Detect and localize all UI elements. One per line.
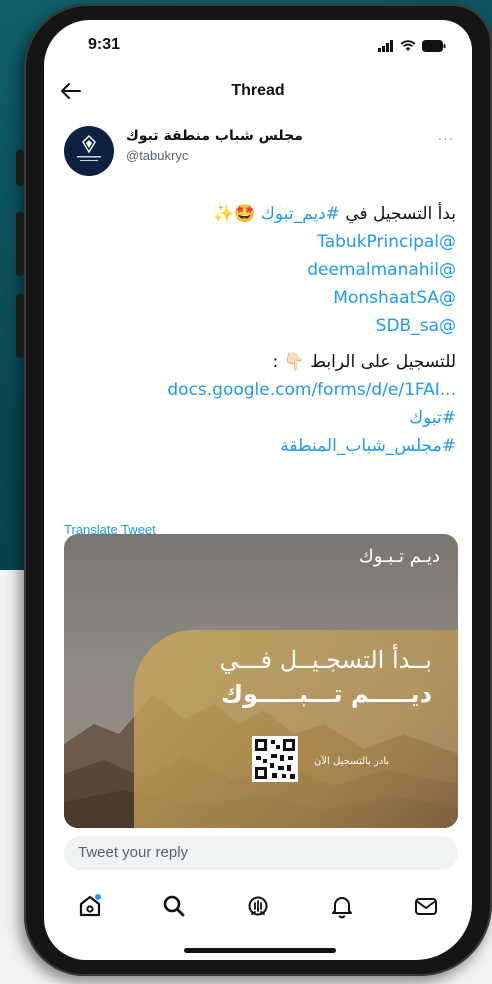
link-intro-text: للتسجيل على الرابط 👇🏻 : bbox=[272, 352, 456, 372]
wifi-icon bbox=[400, 40, 416, 51]
tweet-line-1: بدأ التسجيل في #ديم_تبوك 🤩✨ bbox=[64, 200, 456, 228]
card-brand-text: ديـم تـبـوك bbox=[358, 546, 440, 567]
status-icons bbox=[378, 40, 446, 52]
more-options-icon[interactable]: ··· bbox=[438, 132, 454, 148]
status-bar: 9:31 bbox=[44, 20, 472, 76]
council-logo-icon bbox=[77, 135, 101, 161]
hashtag-link[interactable]: #مجلس_شباب_المنطقة bbox=[64, 432, 456, 460]
mute-switch bbox=[16, 150, 24, 186]
bottom-tab-bar bbox=[44, 882, 472, 928]
signal-icon bbox=[378, 40, 393, 52]
spaces-icon[interactable] bbox=[244, 892, 272, 920]
page-title: Thread bbox=[231, 82, 285, 99]
mention-link[interactable]: @SDB_sa bbox=[64, 312, 456, 340]
search-icon[interactable] bbox=[160, 892, 188, 920]
qr-code-icon bbox=[252, 736, 298, 782]
status-time: 9:31 bbox=[88, 36, 121, 53]
url-link[interactable]: docs.google.com/forms/d/e/1FAI... bbox=[64, 376, 456, 404]
notifications-bell-icon[interactable] bbox=[328, 892, 356, 920]
tweet-text: بدأ التسجيل في #ديم_تبوك 🤩✨ @TabukPrinci… bbox=[64, 200, 456, 460]
tweet-line1-text: بدأ التسجيل في bbox=[339, 204, 456, 224]
hashtag-link[interactable]: #ديم_تبوك bbox=[261, 204, 340, 224]
home-indicator bbox=[184, 948, 336, 953]
home-icon[interactable] bbox=[76, 892, 104, 920]
author-name[interactable]: مجلس شباب منطقة تبوك bbox=[126, 128, 303, 144]
volume-up-button bbox=[16, 212, 24, 276]
reply-placeholder: Tweet your reply bbox=[78, 844, 189, 861]
emoji-text: 🤩✨ bbox=[213, 204, 261, 224]
card-headline-1: بــدأ التسجـيــل فـــي bbox=[219, 646, 432, 674]
battery-icon bbox=[422, 40, 446, 52]
thread-header: Thread bbox=[44, 78, 472, 114]
mention-link[interactable]: @MonshaatSA bbox=[64, 284, 456, 312]
mention-link[interactable]: @deemalmanahil bbox=[64, 256, 456, 284]
qr-caption: بادر بالتسجيل الآن bbox=[314, 756, 390, 767]
mention-link[interactable]: @TabukPrincipal bbox=[64, 228, 456, 256]
hashtag-link[interactable]: #تبوك bbox=[64, 404, 456, 432]
tweet-media-image[interactable]: ديـم تـبـوك بــدأ التسجـيــل فـــي ديـــ… bbox=[64, 534, 458, 828]
volume-down-button bbox=[16, 294, 24, 358]
author-handle[interactable]: @tabukryc bbox=[126, 148, 188, 163]
phone-screen: 9:31 Thread مجلس شباب منطقة تبوك @tabukr… bbox=[44, 20, 472, 960]
avatar[interactable] bbox=[64, 126, 114, 176]
messages-envelope-icon[interactable] bbox=[412, 892, 440, 920]
card-headline-2: ديـــــم تـــبـــــوك bbox=[221, 680, 432, 708]
reply-input[interactable]: Tweet your reply bbox=[64, 836, 458, 870]
